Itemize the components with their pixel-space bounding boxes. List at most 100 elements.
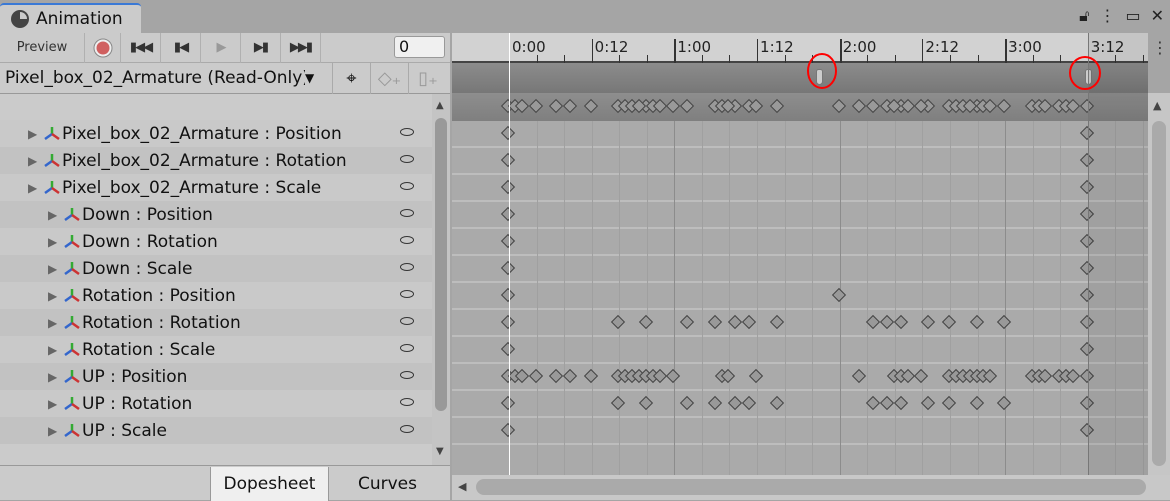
property-row[interactable]: ▶ Rotation : Position — [0, 282, 432, 309]
visibility-icon[interactable] — [400, 317, 414, 325]
dopesheet-timeline[interactable]: 0:00 0:12 1:00 1:12 2:00 2:12 3:00 3:12 ▲ ◀ ⋮ — [452, 33, 1170, 500]
expand-arrow-icon[interactable]: ▶ — [48, 343, 62, 357]
keyframe-row[interactable] — [452, 391, 1148, 418]
property-row[interactable]: ▶ UP : Scale — [0, 417, 432, 444]
filter-by-selection-button[interactable]: ⌖ — [333, 62, 371, 94]
property-row[interactable]: ▶ Rotation : Scale — [0, 336, 432, 363]
property-list: ▶ Pixel_box_02_Armature : Position ▶ Pixel_… — [0, 120, 432, 465]
grid-line — [591, 121, 593, 475]
visibility-icon[interactable] — [400, 263, 414, 271]
grid-line — [619, 121, 621, 475]
tab-animation[interactable]: Animation — [0, 3, 141, 33]
expand-arrow-icon[interactable]: ▶ — [28, 154, 42, 168]
timeline-scrollbar[interactable]: ▲ — [1148, 93, 1170, 475]
expand-arrow-icon[interactable]: ▶ — [48, 235, 62, 249]
add-event-button[interactable]: ▯₊ — [409, 63, 447, 94]
expand-arrow-icon[interactable]: ▶ — [48, 262, 62, 276]
grid-line — [1060, 121, 1062, 475]
keyframe-row[interactable] — [452, 148, 1148, 175]
maximize-icon[interactable]: ▭ — [1125, 6, 1140, 26]
horizontal-scrollbar[interactable]: ◀ — [452, 475, 1170, 500]
expand-arrow-icon[interactable]: ▶ — [28, 181, 42, 195]
grid-line — [646, 121, 648, 475]
property-row[interactable]: ▶ Pixel_box_02_Armature : Rotation — [0, 147, 432, 174]
property-row[interactable]: ▶ UP : Position — [0, 363, 432, 390]
property-row[interactable]: ▶ Down : Scale — [0, 255, 432, 282]
record-button[interactable] — [85, 32, 121, 63]
lock-icon[interactable]: 🔓︎ — [1079, 6, 1089, 26]
property-row[interactable]: ▶ Pixel_box_02_Armature : Position — [0, 120, 432, 147]
tab-curves[interactable]: Curves — [328, 467, 446, 501]
dropdown-arrow-icon: ▼ — [305, 71, 315, 85]
property-row[interactable]: ▶ Pixel_box_02_Armature : Scale — [0, 174, 432, 201]
visibility-icon[interactable] — [400, 182, 414, 190]
visibility-icon[interactable] — [400, 236, 414, 244]
visibility-icon[interactable] — [400, 425, 414, 433]
clip-selector[interactable]: Pixel_box_02_Armature (Read-Only) ▼ — [0, 62, 333, 94]
expand-arrow-icon[interactable]: ▶ — [48, 397, 62, 411]
annotation-circle — [1069, 56, 1101, 90]
grid-line — [1005, 121, 1007, 475]
visibility-icon[interactable] — [400, 398, 414, 406]
preview-button[interactable]: Preview — [0, 32, 85, 63]
keyframe-row[interactable] — [452, 229, 1148, 256]
timeline-menu-icon[interactable]: ⋮ — [1152, 38, 1168, 57]
visibility-icon[interactable] — [400, 155, 414, 163]
keyframe-row[interactable] — [452, 418, 1148, 445]
keyframe-row[interactable] — [452, 310, 1148, 337]
keyframe-row[interactable] — [452, 121, 1148, 148]
visibility-icon[interactable] — [400, 371, 414, 379]
property-row[interactable]: ▶ Down : Rotation — [0, 228, 432, 255]
add-keyframe-button[interactable]: ◇₊ — [371, 62, 409, 94]
prev-key-button[interactable]: ▮◀ — [161, 32, 201, 63]
first-key-icon: ▮◀◀ — [129, 40, 153, 55]
tab-dopesheet[interactable]: Dopesheet — [210, 467, 328, 501]
scroll-up-icon[interactable]: ▲ — [436, 100, 444, 111]
view-mode-bar: Dopesheet Curves — [0, 465, 450, 501]
scrollbar-thumb[interactable] — [1152, 121, 1166, 466]
close-icon[interactable]: ✕ — [1151, 6, 1164, 26]
property-list-scrollbar[interactable]: ▲ ▼ — [432, 94, 450, 465]
visibility-icon[interactable] — [400, 344, 414, 352]
visibility-icon[interactable] — [400, 128, 414, 136]
property-row[interactable]: ▶ UP : Rotation — [0, 390, 432, 417]
keyframe-row[interactable] — [452, 256, 1148, 283]
grid-line — [922, 121, 924, 475]
grid-line — [674, 121, 676, 475]
keyframe-row[interactable] — [452, 337, 1148, 364]
grid-line — [564, 121, 566, 475]
expand-arrow-icon[interactable]: ▶ — [28, 127, 42, 141]
expand-arrow-icon[interactable]: ▶ — [48, 208, 62, 222]
scroll-left-icon[interactable]: ◀ — [458, 480, 466, 493]
property-row[interactable]: ▶ Rotation : Rotation — [0, 309, 432, 336]
expand-arrow-icon[interactable]: ▶ — [48, 424, 62, 438]
play-button[interactable]: ▶ — [201, 32, 241, 63]
keyframe-rows[interactable] — [452, 121, 1148, 475]
visibility-icon[interactable] — [400, 209, 414, 217]
property-row[interactable]: ▶ Down : Position — [0, 201, 432, 228]
next-key-button[interactable]: ▶▮ — [241, 32, 281, 63]
kebab-menu-icon[interactable]: ⋮ — [1099, 6, 1115, 26]
frame-input[interactable]: 0 — [394, 36, 445, 58]
grid-line — [867, 121, 869, 475]
expand-arrow-icon[interactable]: ▶ — [48, 316, 62, 330]
tab-title: Animation — [36, 9, 123, 29]
first-key-button[interactable]: ▮◀◀ — [121, 32, 161, 63]
expand-arrow-icon[interactable]: ▶ — [48, 289, 62, 303]
keyframe-row[interactable] — [452, 175, 1148, 202]
grid-line — [784, 121, 786, 475]
scroll-down-icon[interactable]: ▼ — [436, 446, 444, 457]
crosshair-icon: ⌖ — [346, 67, 357, 89]
grid-line — [701, 121, 703, 475]
expand-arrow-icon[interactable]: ▶ — [48, 370, 62, 384]
transform-icon — [64, 261, 80, 275]
keyframe-row[interactable] — [452, 202, 1148, 229]
scrollbar-thumb[interactable] — [435, 118, 447, 411]
last-key-button[interactable]: ▶▶▮ — [281, 32, 321, 63]
keyframe-row[interactable] — [452, 283, 1148, 310]
transform-icon — [64, 423, 80, 437]
scrollbar-thumb[interactable] — [476, 479, 1146, 495]
property-label: Pixel_box_02_Armature : Position — [62, 123, 342, 144]
visibility-icon[interactable] — [400, 290, 414, 298]
annotation-circle — [807, 53, 837, 89]
